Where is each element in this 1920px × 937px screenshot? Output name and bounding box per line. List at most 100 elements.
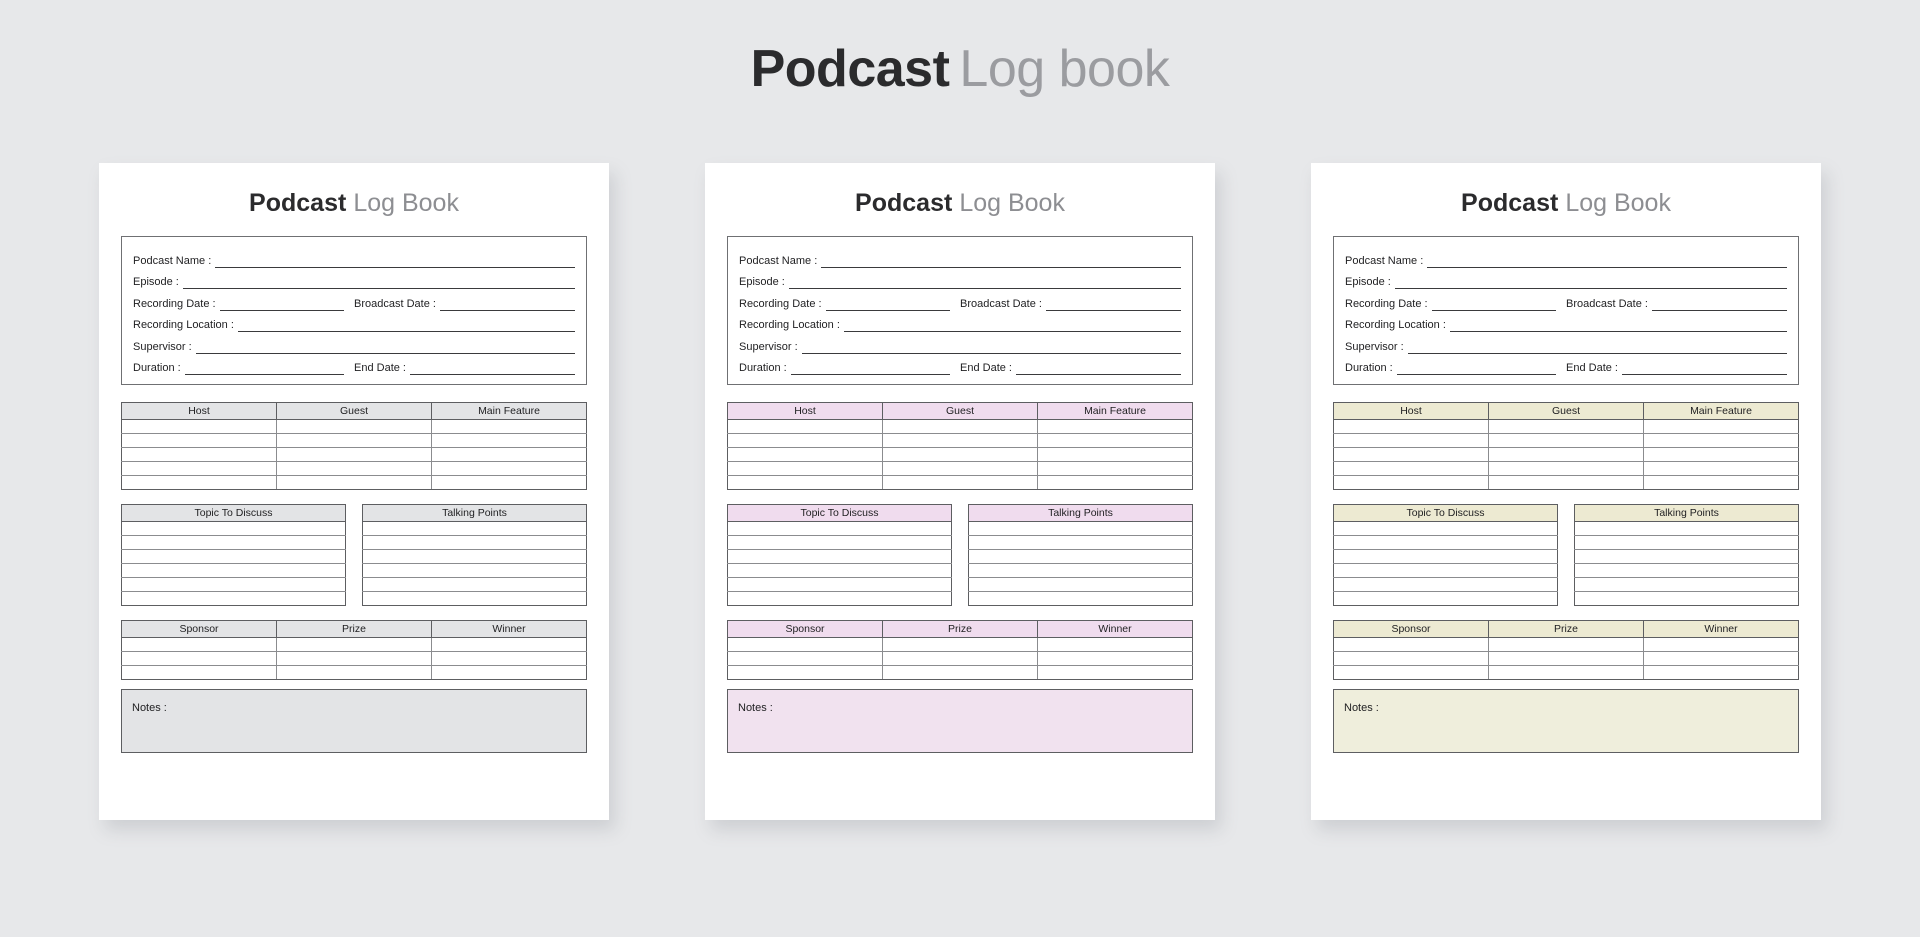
field-line-end-date[interactable] (1621, 364, 1787, 375)
field-line-broadcast-date[interactable] (1045, 300, 1181, 311)
table-cell[interactable] (1333, 475, 1489, 490)
table-cell[interactable] (1488, 461, 1644, 476)
table-cell[interactable] (882, 461, 1038, 476)
field-line-end-date[interactable] (1015, 364, 1181, 375)
table-cell[interactable] (1643, 665, 1799, 680)
table-cell[interactable] (727, 461, 883, 476)
field-line-broadcast-date[interactable] (439, 300, 575, 311)
field-podcast-name[interactable]: Podcast Name : (739, 255, 1181, 268)
table-cell[interactable] (727, 447, 883, 462)
table-cell[interactable] (431, 461, 587, 476)
table-cell[interactable] (1574, 535, 1799, 550)
table-cell[interactable] (727, 651, 883, 666)
field-podcast-name[interactable]: Podcast Name : (133, 255, 575, 268)
field-line-recording-location[interactable] (1449, 321, 1787, 332)
table-cell[interactable] (1488, 637, 1644, 652)
table-cell[interactable] (1643, 651, 1799, 666)
table-cell[interactable] (1574, 563, 1799, 578)
table-cell[interactable] (968, 521, 1193, 536)
field-duration[interactable]: Duration : (739, 362, 960, 375)
table-cell[interactable] (1643, 447, 1799, 462)
field-line-recording-location[interactable] (843, 321, 1181, 332)
table-cell[interactable] (121, 577, 346, 592)
table-cell[interactable] (362, 535, 587, 550)
table-cell[interactable] (968, 563, 1193, 578)
table-cell[interactable] (1574, 521, 1799, 536)
table-cell[interactable] (1333, 665, 1489, 680)
field-episode[interactable]: Episode : (133, 276, 575, 289)
field-broadcast-date[interactable]: Broadcast Date : (1566, 298, 1787, 311)
table-cell[interactable] (882, 433, 1038, 448)
table-cell[interactable] (727, 475, 883, 490)
field-episode[interactable]: Episode : (1345, 276, 1787, 289)
table-cell[interactable] (968, 577, 1193, 592)
table-cell[interactable] (882, 447, 1038, 462)
field-line-episode[interactable] (788, 278, 1181, 289)
table-cell[interactable] (431, 433, 587, 448)
table-cell[interactable] (121, 549, 346, 564)
table-cell[interactable] (882, 651, 1038, 666)
table-cell[interactable] (882, 637, 1038, 652)
table-cell[interactable] (1037, 433, 1193, 448)
table-cell[interactable] (727, 637, 883, 652)
field-recording-date[interactable]: Recording Date : (739, 298, 960, 311)
table-cell[interactable] (431, 447, 587, 462)
table-cell[interactable] (362, 577, 587, 592)
table-cell[interactable] (1333, 549, 1558, 564)
table-cell[interactable] (276, 637, 432, 652)
table-cell[interactable] (727, 665, 883, 680)
table-cell[interactable] (1488, 433, 1644, 448)
field-supervisor[interactable]: Supervisor : (739, 341, 1181, 354)
table-cell[interactable] (1643, 419, 1799, 434)
table-cell[interactable] (1643, 461, 1799, 476)
table-cell[interactable] (121, 419, 277, 434)
table-cell[interactable] (276, 461, 432, 476)
table-cell[interactable] (276, 447, 432, 462)
field-line-recording-date[interactable] (1431, 300, 1556, 311)
field-recording-location[interactable]: Recording Location : (739, 319, 1181, 332)
field-line-supervisor[interactable] (801, 343, 1181, 354)
table-cell[interactable] (968, 591, 1193, 606)
table-cell[interactable] (121, 563, 346, 578)
table-cell[interactable] (1643, 637, 1799, 652)
table-cell[interactable] (1037, 651, 1193, 666)
table-cell[interactable] (882, 475, 1038, 490)
table-cell[interactable] (121, 433, 277, 448)
table-cell[interactable] (431, 419, 587, 434)
field-line-episode[interactable] (182, 278, 575, 289)
table-cell[interactable] (1333, 419, 1489, 434)
field-recording-date[interactable]: Recording Date : (133, 298, 354, 311)
table-cell[interactable] (362, 549, 587, 564)
notes-box[interactable]: Notes : (727, 689, 1193, 753)
field-recording-date[interactable]: Recording Date : (1345, 298, 1566, 311)
table-cell[interactable] (431, 637, 587, 652)
table-cell[interactable] (121, 475, 277, 490)
field-line-recording-date[interactable] (219, 300, 344, 311)
table-cell[interactable] (1037, 665, 1193, 680)
field-episode[interactable]: Episode : (739, 276, 1181, 289)
table-cell[interactable] (1333, 577, 1558, 592)
field-line-podcast-name[interactable] (215, 257, 575, 268)
field-line-podcast-name[interactable] (1427, 257, 1787, 268)
table-cell[interactable] (362, 521, 587, 536)
field-duration[interactable]: Duration : (133, 362, 354, 375)
table-cell[interactable] (1488, 419, 1644, 434)
field-broadcast-date[interactable]: Broadcast Date : (354, 298, 575, 311)
table-cell[interactable] (121, 651, 277, 666)
field-supervisor[interactable]: Supervisor : (133, 341, 575, 354)
field-duration[interactable]: Duration : (1345, 362, 1566, 375)
table-cell[interactable] (121, 521, 346, 536)
field-line-supervisor[interactable] (1407, 343, 1787, 354)
table-cell[interactable] (727, 535, 952, 550)
table-cell[interactable] (968, 549, 1193, 564)
table-cell[interactable] (431, 651, 587, 666)
table-cell[interactable] (727, 419, 883, 434)
table-cell[interactable] (727, 521, 952, 536)
table-cell[interactable] (362, 563, 587, 578)
field-broadcast-date[interactable]: Broadcast Date : (960, 298, 1181, 311)
table-cell[interactable] (1488, 447, 1644, 462)
table-cell[interactable] (276, 475, 432, 490)
table-cell[interactable] (1333, 521, 1558, 536)
table-cell[interactable] (1488, 665, 1644, 680)
table-cell[interactable] (121, 591, 346, 606)
